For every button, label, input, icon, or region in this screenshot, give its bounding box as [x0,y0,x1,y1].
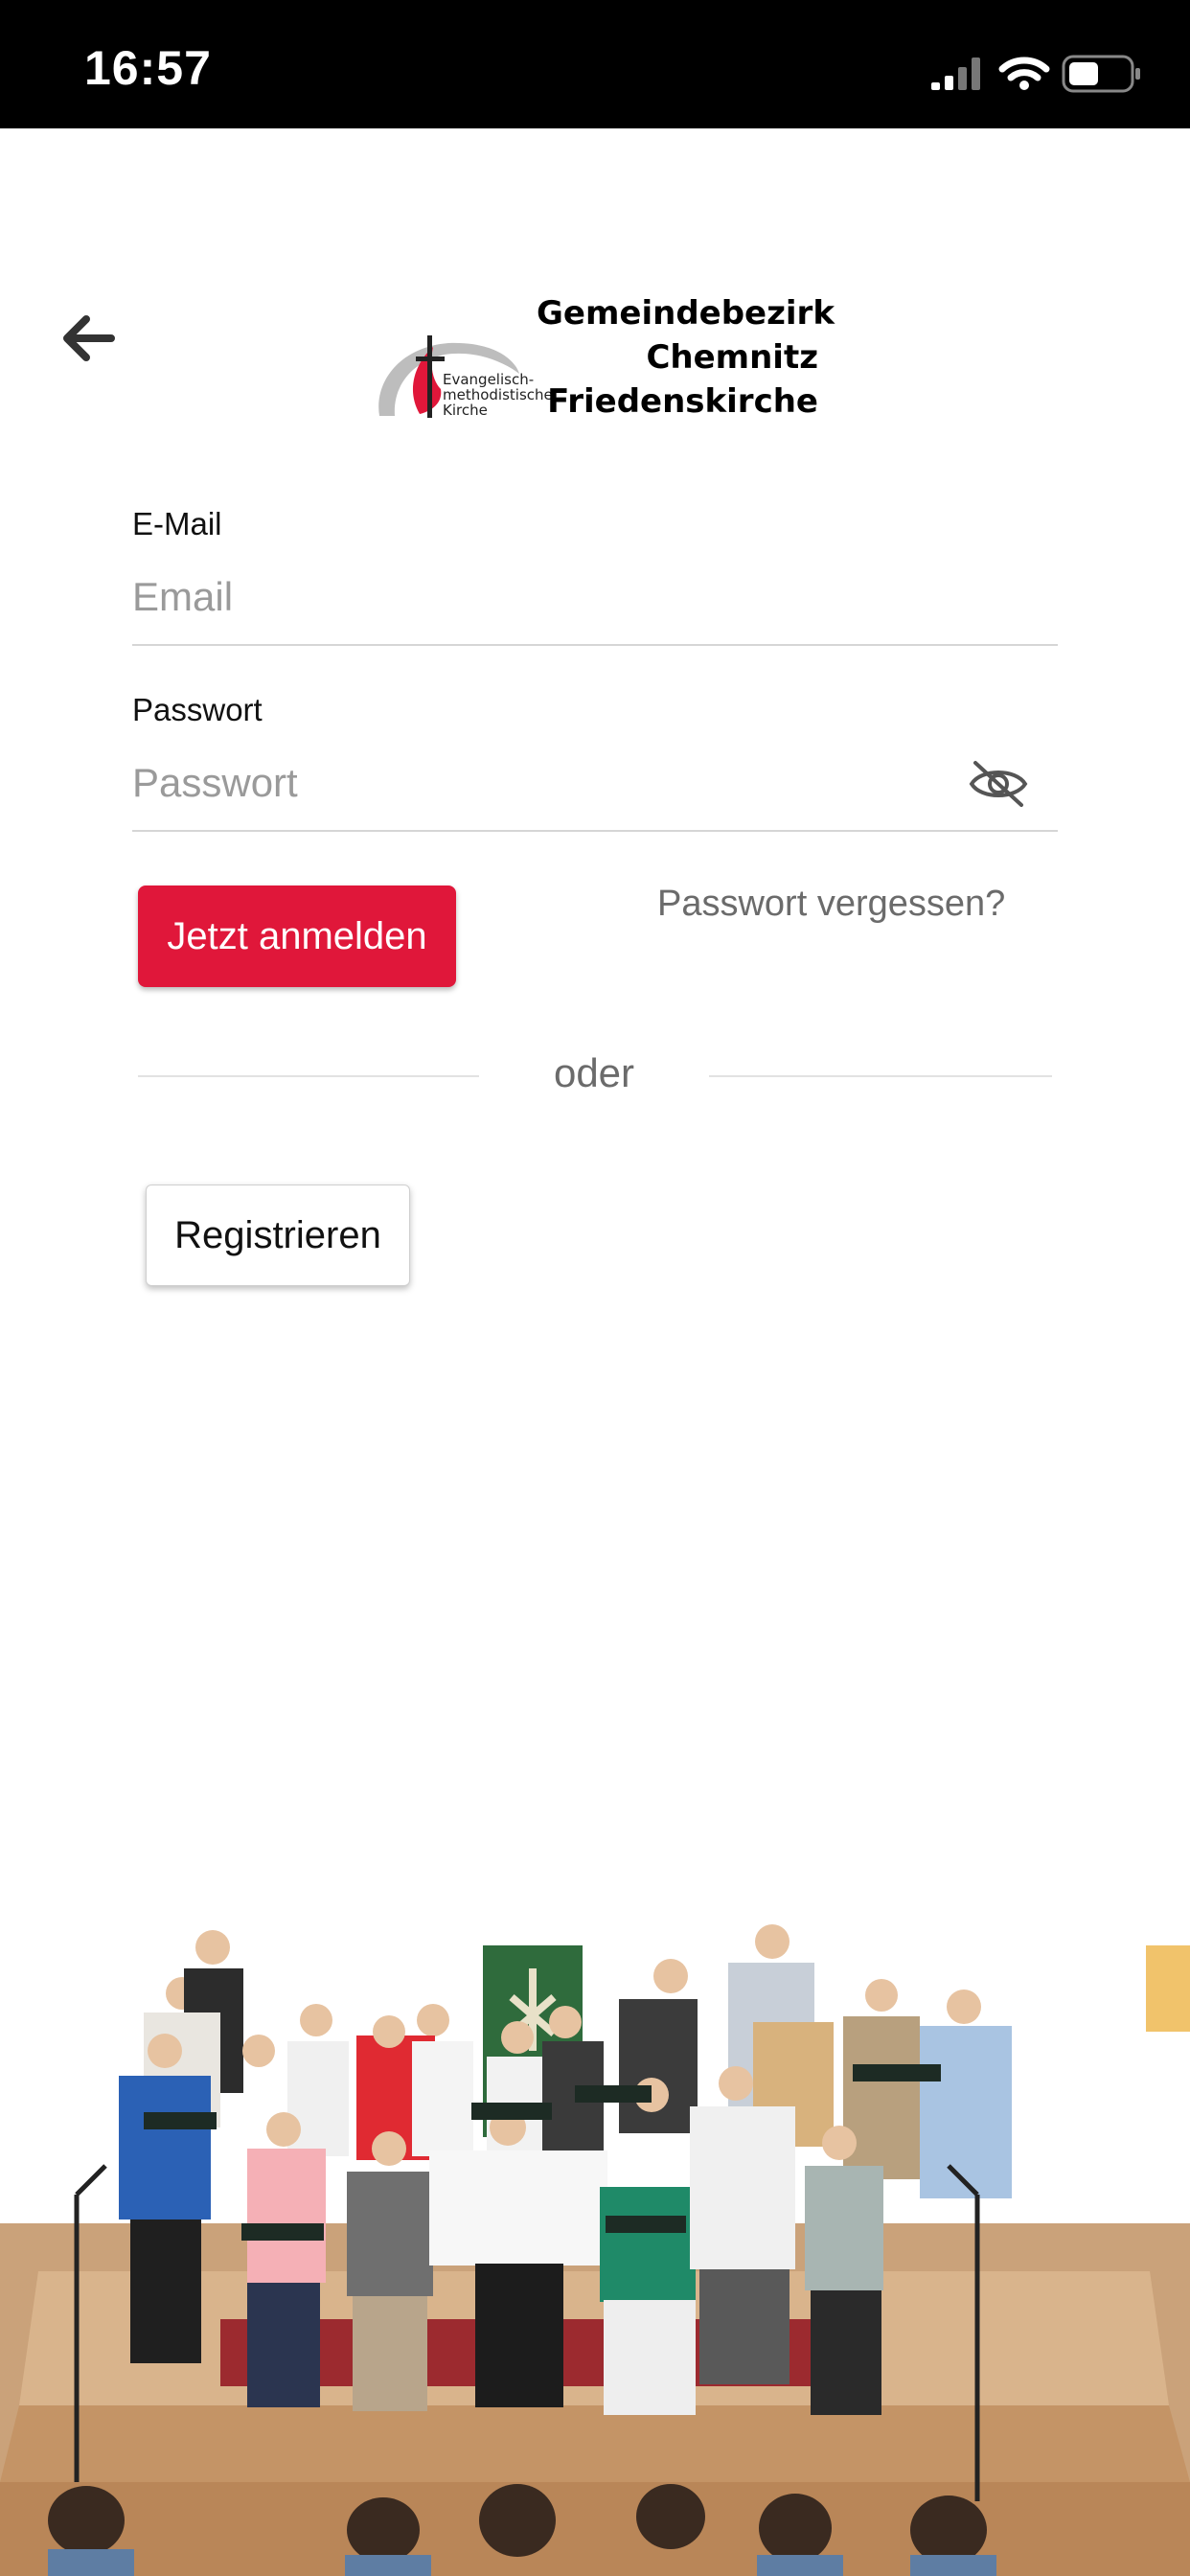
title-line: Chemnitz [646,338,818,377]
register-button[interactable]: Registrieren [146,1184,410,1286]
password-label: Passwort [132,692,263,727]
church-logo: Evangelisch- methodistische Kirche [372,332,553,427]
email-underline [132,644,1058,646]
password-underline [132,830,1058,832]
email-field[interactable] [132,562,1058,632]
login-button[interactable]: Jetzt anmelden [138,886,456,987]
title-line: Friedenskirche [547,382,818,421]
divider-label: oder [553,1050,635,1095]
password-field[interactable] [132,748,956,818]
status-icons [931,55,1140,93]
divider-right [709,1075,1052,1077]
battery-icon [1062,55,1140,93]
wifi-icon [998,57,1050,90]
eye-off-icon[interactable] [968,757,1029,811]
divider-left [138,1075,479,1077]
status-time: 16:57 [84,41,212,95]
choir-illustration [0,1907,1190,2576]
forgot-password-link[interactable]: Passwort vergessen? [657,884,1005,925]
choir-photo [0,1907,1190,2576]
status-bar: 16:57 [0,0,1190,128]
back-arrow-icon[interactable] [56,305,123,372]
cellular-signal-icon [931,58,980,90]
congregation-title: Gemeindebezirk Chemnitz Friedenskirche [537,291,835,424]
title-line: Gemeindebezirk [537,294,835,333]
email-label: E-Mail [132,506,222,541]
